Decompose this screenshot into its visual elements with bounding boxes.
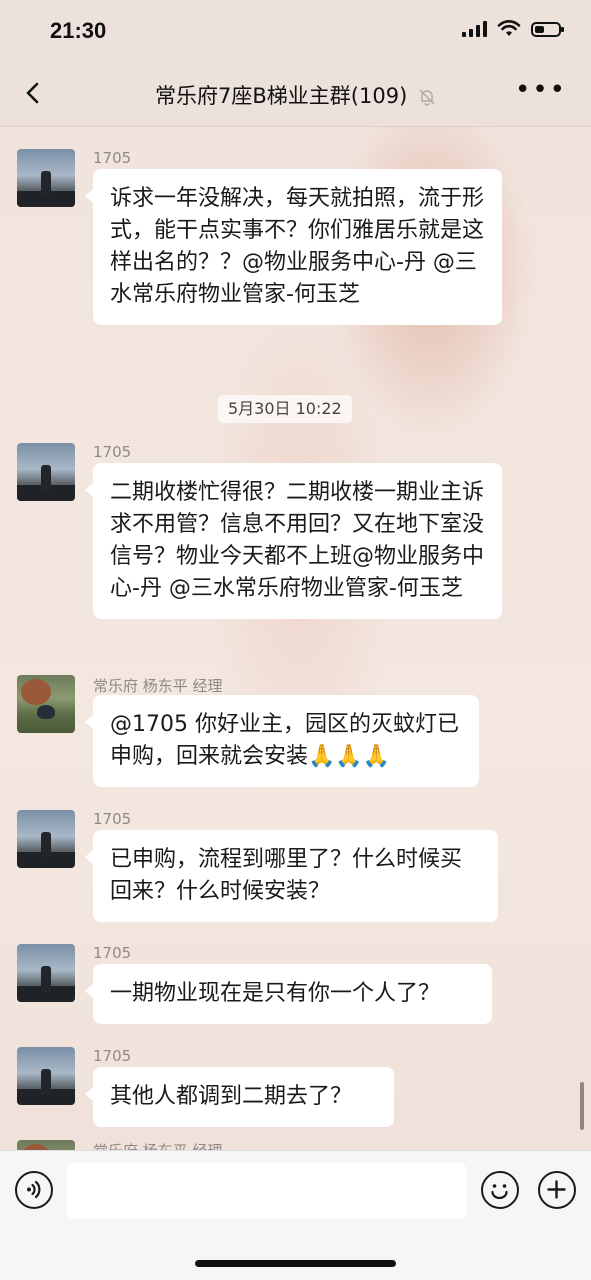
plus-icon[interactable] [538, 1171, 576, 1209]
avatar[interactable] [17, 443, 75, 501]
sender-name: 1705 [93, 443, 132, 461]
status-bar: 21:30 [0, 0, 591, 64]
timestamp-divider: 5月30日 10:22 [218, 395, 352, 423]
group-name: 常乐府7座B梯业主群(109) [155, 84, 408, 108]
chat-header: 常乐府7座B梯业主群(109) ••• [0, 64, 591, 127]
message-bubble[interactable]: 一期物业现在是只有你一个人了？ [85, 964, 492, 1024]
message-bubble[interactable]: 诉求一年没解决，每天就拍照，流于形式，能干点实事不？你们雅居乐就是这样出名的？？… [85, 169, 502, 325]
wifi-icon [497, 20, 521, 36]
message-input[interactable] [67, 1163, 466, 1219]
bell-off-icon [419, 89, 435, 106]
status-icons [462, 20, 564, 38]
voice-icon[interactable] [15, 1171, 53, 1209]
message-list[interactable]: 1705 诉求一年没解决，每天就拍照，流于形式，能干点实事不？你们雅居乐就是这样… [0, 127, 591, 1150]
emoji-icon[interactable] [481, 1171, 519, 1209]
sender-name: 1705 [93, 149, 132, 167]
sender-name: 常乐府 杨东平 经理 [93, 677, 223, 695]
message-bubble[interactable]: 已申购，流程到哪里了？什么时候买回来？什么时候安装？ [85, 830, 498, 922]
battery-icon [531, 21, 564, 37]
home-indicator[interactable] [195, 1260, 396, 1267]
sender-name: 1705 [93, 1047, 132, 1065]
message-bubble[interactable]: @1705 你好业主，园区的灭蚊灯已申购，回来就会安装🙏🙏🙏 [85, 695, 479, 787]
avatar[interactable] [17, 1140, 75, 1150]
signal-icon [462, 21, 487, 37]
avatar[interactable] [17, 675, 75, 733]
input-bar [0, 1150, 591, 1280]
chat-title: 常乐府7座B梯业主群(109) [0, 80, 591, 110]
more-dots-icon[interactable]: ••• [515, 77, 567, 103]
scrollbar[interactable] [580, 1082, 584, 1130]
sender-name: 常乐府 杨东平 经理 [93, 1140, 223, 1150]
message-bubble[interactable]: 其他人都调到二期去了？ [85, 1067, 394, 1127]
sender-name: 1705 [93, 810, 132, 828]
message-bubble[interactable]: 二期收楼忙得很？二期收楼一期业主诉求不用管？信息不用回？又在地下室没信号？物业今… [85, 463, 502, 619]
avatar[interactable] [17, 1047, 75, 1105]
status-time: 21:30 [50, 18, 107, 43]
sender-name: 1705 [93, 944, 132, 962]
avatar[interactable] [17, 149, 75, 207]
avatar[interactable] [17, 810, 75, 868]
avatar[interactable] [17, 944, 75, 1002]
